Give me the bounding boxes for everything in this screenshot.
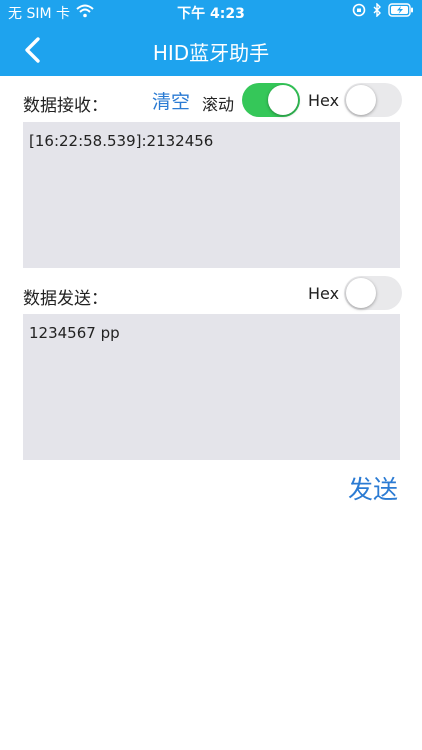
receive-hex-label: Hex (308, 91, 340, 110)
send-hex-toggle[interactable] (344, 276, 402, 310)
send-header: 数据发送： Hex (23, 276, 402, 312)
scroll-label: 滚动 (202, 95, 235, 114)
nav-bar: HID蓝牙助手 (0, 24, 422, 76)
send-textarea[interactable]: 1234567 pp (23, 314, 400, 460)
scroll-toggle[interactable] (242, 83, 300, 117)
page-title: HID蓝牙助手 (152, 41, 270, 65)
status-bar: 无 SIM 卡 下午 4:23 (0, 0, 422, 24)
toggle-knob (346, 85, 376, 115)
status-right (352, 2, 414, 21)
receive-header: 数据接收： 清空 滚动 Hex (23, 83, 402, 119)
toggle-knob (268, 85, 298, 115)
battery-icon (388, 3, 414, 21)
receive-textarea[interactable]: [16:22:58.539]:2132456 (23, 122, 400, 268)
send-label: 数据发送： (23, 289, 108, 309)
orientation-lock-icon (352, 3, 366, 21)
receive-hex-toggle[interactable] (344, 83, 402, 117)
bluetooth-icon (372, 2, 382, 21)
top-bar: 无 SIM 卡 下午 4:23 HID蓝牙助手 (0, 0, 422, 76)
clear-button[interactable]: 清空 (152, 87, 190, 114)
send-hex-label: Hex (308, 284, 340, 303)
send-button[interactable]: 发送 (348, 470, 398, 506)
toggle-knob (346, 278, 376, 308)
receive-label: 数据接收： (23, 96, 108, 116)
